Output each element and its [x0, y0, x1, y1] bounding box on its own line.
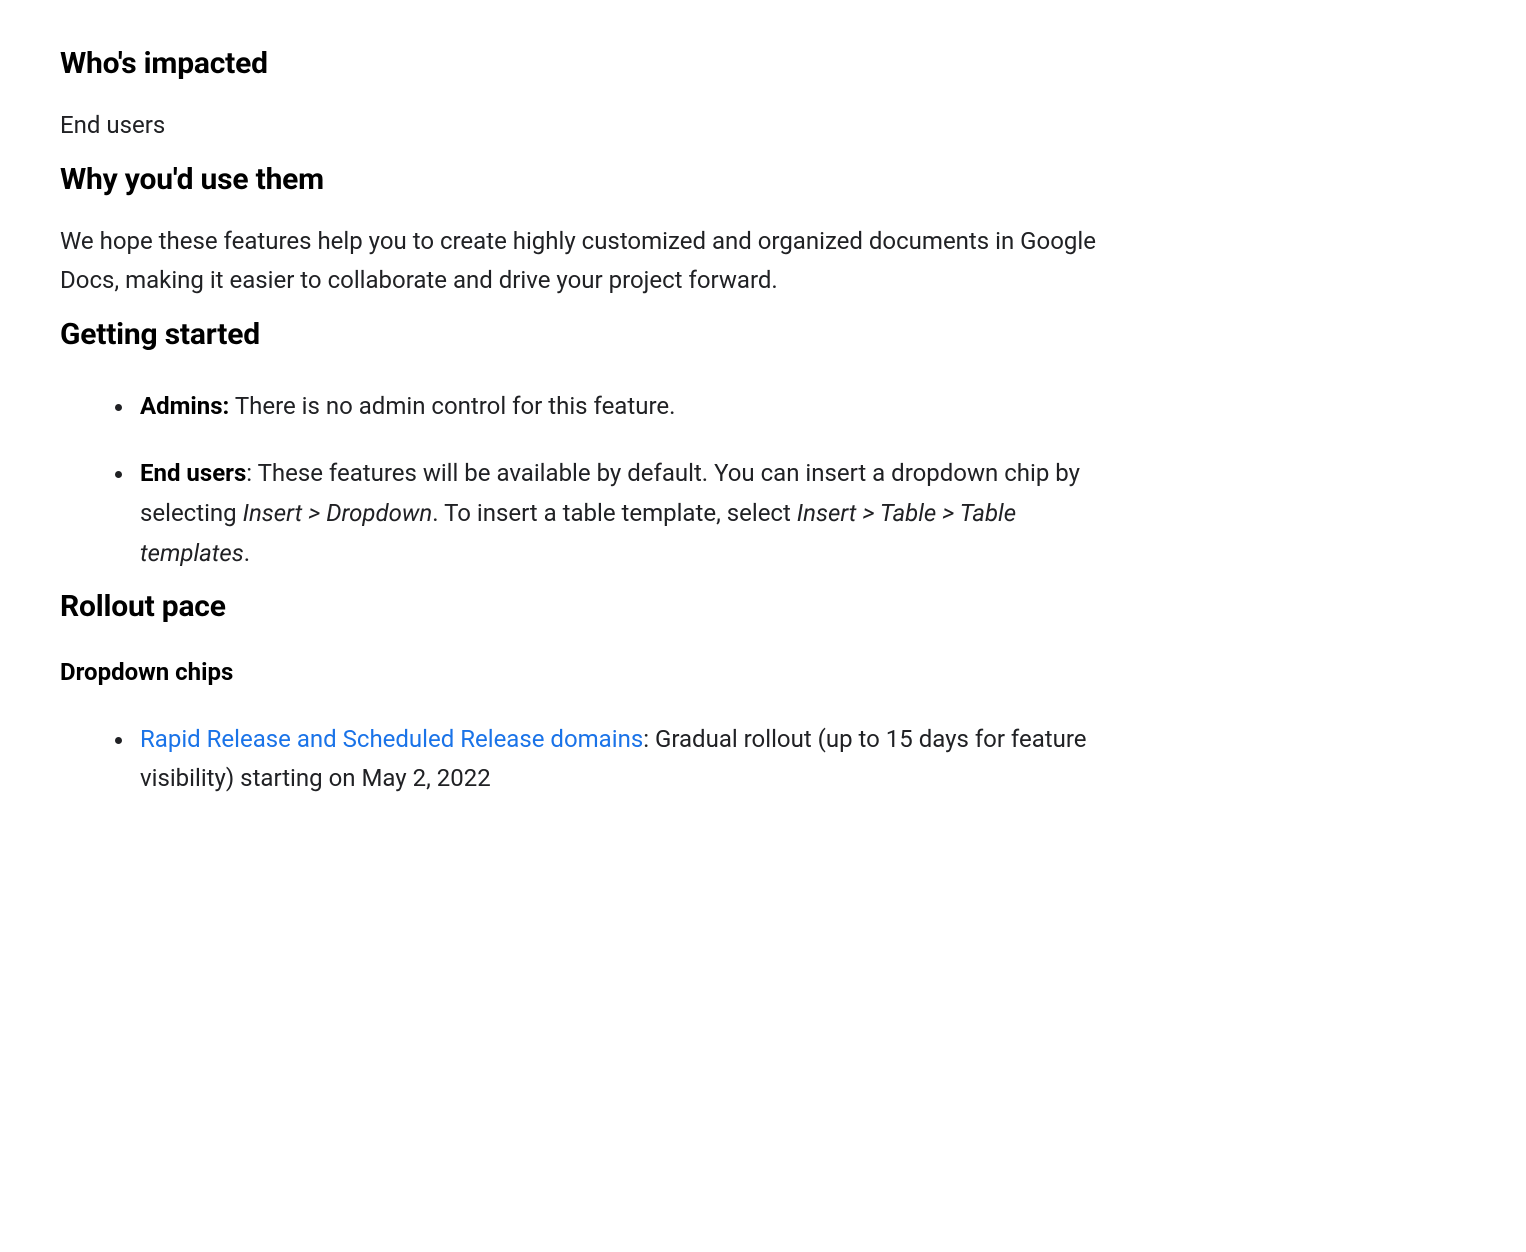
- list-item: Rapid Release and Scheduled Release doma…: [136, 720, 1116, 799]
- list-rollout: Rapid Release and Scheduled Release doma…: [60, 720, 1466, 799]
- italic-insert-dropdown: Insert > Dropdown: [243, 499, 433, 527]
- text-why-use: We hope these features help you to creat…: [60, 222, 1110, 301]
- text-whos-impacted: End users: [60, 106, 1110, 146]
- label-end-users: End users: [140, 459, 246, 487]
- text-end-users-2: . To insert a table template, select: [432, 499, 797, 527]
- heading-whos-impacted: Who's impacted: [60, 40, 1466, 88]
- text-end-users-3: .: [244, 539, 250, 567]
- link-release-domains[interactable]: Rapid Release and Scheduled Release doma…: [140, 725, 643, 753]
- text-admins: There is no admin control for this featu…: [229, 392, 675, 420]
- list-item: End users: These features will be availa…: [136, 454, 1116, 573]
- heading-getting-started: Getting started: [60, 311, 1466, 359]
- label-admins: Admins:: [140, 392, 229, 420]
- heading-rollout-pace: Rollout pace: [60, 583, 1466, 631]
- list-getting-started: Admins: There is no admin control for th…: [60, 387, 1466, 573]
- subheading-dropdown-chips: Dropdown chips: [60, 653, 1466, 691]
- list-item: Admins: There is no admin control for th…: [136, 387, 1116, 427]
- heading-why-use: Why you'd use them: [60, 156, 1466, 204]
